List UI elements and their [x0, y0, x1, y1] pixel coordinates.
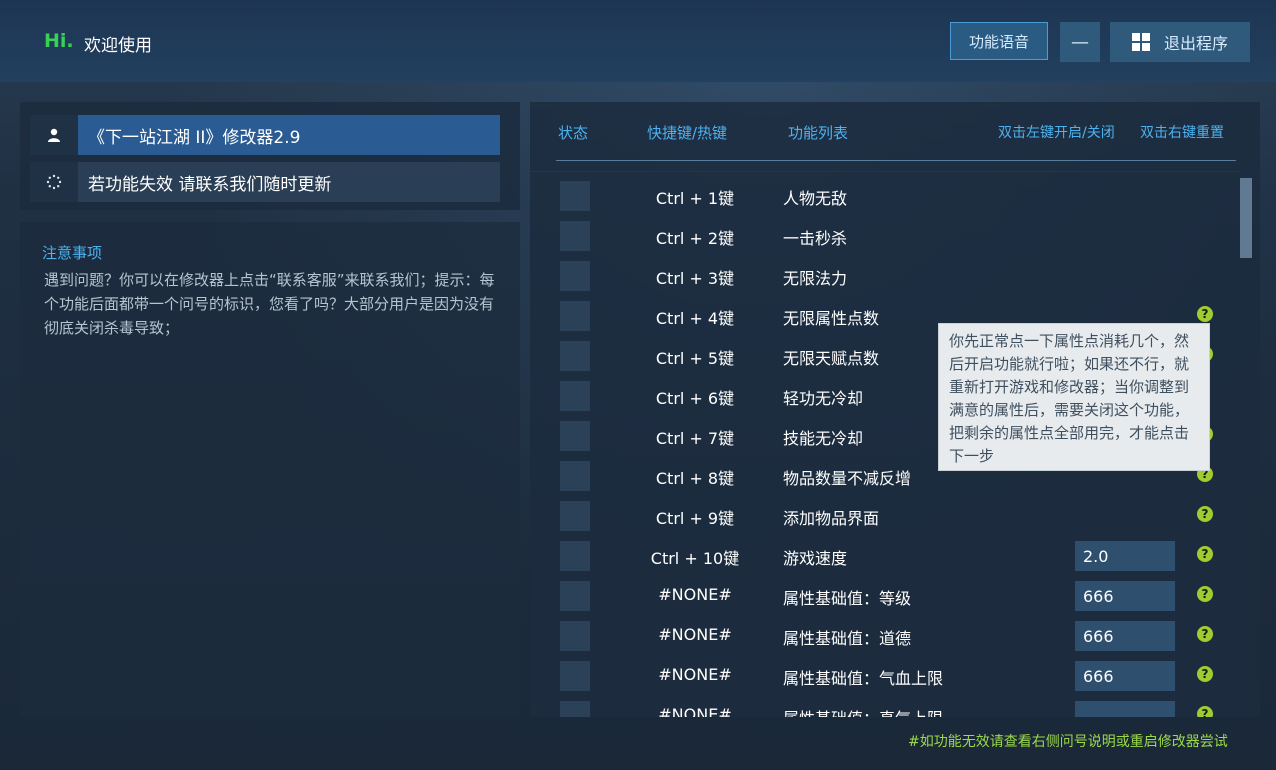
function-label: 无限天赋点数	[783, 349, 880, 368]
header-double-left: 双击左键开启/关闭	[998, 125, 1115, 141]
value-input[interactable]	[1075, 701, 1175, 717]
status-toggle[interactable]	[560, 421, 590, 451]
table-row[interactable]: Ctrl + 9键 添加物品界面 ?	[530, 498, 1240, 538]
function-label: 无限属性点数	[783, 309, 880, 328]
help-icon[interactable]: ?	[1197, 506, 1213, 522]
status-toggle[interactable]	[560, 581, 590, 611]
hotkey-label: Ctrl + 8键	[655, 469, 735, 488]
value-input[interactable]: 666	[1075, 581, 1175, 611]
status-toggle[interactable]	[560, 341, 590, 371]
user-icon	[30, 115, 78, 155]
help-icon[interactable]: ?	[1197, 586, 1213, 602]
hotkey-label: Ctrl + 5键	[655, 349, 735, 368]
function-label: 属性基础值：真气上限	[783, 705, 943, 717]
hotkey-label: Ctrl + 1键	[655, 189, 735, 208]
value-input[interactable]: 2.0	[1075, 541, 1175, 571]
status-toggle[interactable]	[560, 381, 590, 411]
function-label: 技能无冷却	[783, 429, 864, 448]
table-row[interactable]: Ctrl + 2键 一击秒杀	[530, 218, 1240, 258]
hotkey-label: Ctrl + 3键	[655, 269, 735, 288]
function-label: 属性基础值：等级	[783, 589, 912, 608]
notice-item-label: 若功能失效 请联系我们随时更新	[78, 162, 500, 202]
notice-item[interactable]: 若功能失效 请联系我们随时更新	[30, 162, 500, 202]
title-item-label: 《下一站江湖 II》修改器2.9	[78, 115, 500, 155]
table-row[interactable]: Ctrl + 1键 人物无敌	[530, 178, 1240, 218]
voice-button[interactable]: 功能语音	[950, 22, 1048, 60]
table-row[interactable]: Ctrl + 10键 游戏速度 2.0 ?	[530, 538, 1240, 578]
status-toggle[interactable]	[560, 661, 590, 691]
list-divider	[530, 171, 1240, 172]
help-tooltip: 你先正常点一下属性点消耗几个，然后开启功能就行啦；如果还不行，就重新打开游戏和修…	[938, 323, 1210, 471]
help-icon[interactable]: ?	[1197, 706, 1213, 717]
header-function: 功能列表	[788, 124, 849, 142]
hotkey-label: #NONE#	[658, 625, 732, 644]
hotkey-label: Ctrl + 7键	[655, 429, 735, 448]
hotkey-label: Ctrl + 6键	[655, 389, 735, 408]
hotkey-label: Ctrl + 9键	[655, 509, 735, 528]
status-toggle[interactable]	[560, 621, 590, 651]
exit-button[interactable]: 退出程序	[1110, 22, 1250, 62]
function-label: 轻功无冷却	[783, 389, 864, 408]
help-icon[interactable]: ?	[1197, 306, 1213, 322]
windows-icon	[1131, 33, 1150, 51]
hotkey-label: Ctrl + 2键	[655, 229, 735, 248]
header-status: 状态	[558, 124, 589, 142]
table-row[interactable]: #NONE# 属性基础值：等级 666 ?	[530, 578, 1240, 618]
status-toggle[interactable]	[560, 261, 590, 291]
loading-icon	[30, 162, 78, 202]
header-divider	[556, 160, 1236, 161]
hotkey-label: Ctrl + 4键	[655, 309, 735, 328]
function-label: 一击秒杀	[783, 229, 848, 248]
function-label: 游戏速度	[783, 549, 848, 568]
notes-panel: 注意事项 遇到问题？你可以在修改器上点击“联系客服”来联系我们；提示：每个功能后…	[20, 222, 520, 717]
minimize-button[interactable]: —	[1060, 22, 1100, 62]
help-icon[interactable]: ?	[1197, 546, 1213, 562]
status-toggle[interactable]	[560, 301, 590, 331]
function-label: 添加物品界面	[783, 509, 880, 528]
info-panel: 《下一站江湖 II》修改器2.9 若功能失效 请联系我们随时更新	[20, 102, 520, 210]
status-toggle[interactable]	[560, 221, 590, 251]
title-item[interactable]: 《下一站江湖 II》修改器2.9	[30, 115, 500, 155]
scrollbar-thumb[interactable]	[1240, 178, 1252, 258]
status-toggle[interactable]	[560, 501, 590, 531]
table-row[interactable]: #NONE# 属性基础值：真气上限 ?	[530, 698, 1240, 717]
value-input[interactable]: 666	[1075, 621, 1175, 651]
hotkey-label: #NONE#	[658, 665, 732, 684]
status-toggle[interactable]	[560, 461, 590, 491]
value-input[interactable]: 666	[1075, 661, 1175, 691]
welcome-text: 欢迎使用	[84, 36, 152, 56]
help-icon[interactable]: ?	[1197, 666, 1213, 682]
status-toggle[interactable]	[560, 541, 590, 571]
header-double-right: 双击右键重置	[1140, 125, 1224, 141]
footer-hint: #如功能无效请查看右侧问号说明或重启修改器尝试	[908, 734, 1228, 750]
function-label: 属性基础值：气血上限	[783, 669, 944, 688]
function-label: 人物无敌	[783, 189, 848, 208]
function-label: 物品数量不减反增	[783, 469, 912, 488]
function-label: 属性基础值：道德	[783, 629, 912, 648]
hotkey-label: #NONE#	[658, 585, 732, 604]
table-row[interactable]: #NONE# 属性基础值：道德 666 ?	[530, 618, 1240, 658]
help-icon[interactable]: ?	[1197, 626, 1213, 642]
status-toggle[interactable]	[560, 181, 590, 211]
table-row[interactable]: Ctrl + 3键 无限法力	[530, 258, 1240, 298]
notes-body: 遇到问题？你可以在修改器上点击“联系客服”来联系我们；提示：每个功能后面都带一个…	[44, 271, 495, 337]
function-label: 无限法力	[783, 269, 848, 288]
notes-title: 注意事项	[42, 244, 103, 262]
status-toggle[interactable]	[560, 701, 590, 717]
exit-button-label: 退出程序	[1163, 34, 1228, 53]
hotkey-label: #NONE#	[658, 705, 732, 717]
header-hotkey: 快捷键/热键	[647, 124, 728, 142]
greeting: Hi.	[44, 30, 74, 52]
hotkey-label: Ctrl + 10键	[650, 549, 740, 568]
title-bar: Hi. 欢迎使用 功能语音 — 退出程序	[0, 0, 1276, 82]
table-row[interactable]: #NONE# 属性基础值：气血上限 666 ?	[530, 658, 1240, 698]
